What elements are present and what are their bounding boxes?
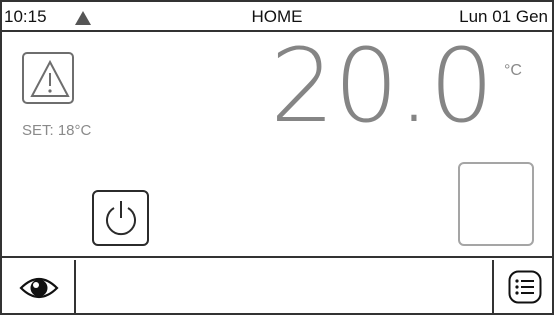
thermostat-screen: 10:15 HOME Lun 01 Gen SET: 18°C 20.0 °C <box>0 0 554 315</box>
date-label: Lun 01 Gen <box>459 7 548 26</box>
warning-button[interactable] <box>22 52 74 104</box>
power-button[interactable] <box>92 190 149 246</box>
bottom-bar <box>2 260 552 315</box>
eye-icon <box>19 277 59 299</box>
menu-button[interactable] <box>492 260 552 315</box>
message-area <box>78 260 492 315</box>
setpoint-label[interactable]: SET: 18°C <box>22 122 91 139</box>
view-button[interactable] <box>2 260 76 315</box>
warning-icon <box>30 59 70 97</box>
power-icon <box>106 201 136 236</box>
menu-list-icon <box>508 270 542 304</box>
current-temperature: 20.0 <box>270 27 494 146</box>
main-panel: SET: 18°C 20.0 °C <box>2 34 552 258</box>
mode-button[interactable] <box>458 162 534 246</box>
temperature-unit: °C <box>504 62 522 79</box>
